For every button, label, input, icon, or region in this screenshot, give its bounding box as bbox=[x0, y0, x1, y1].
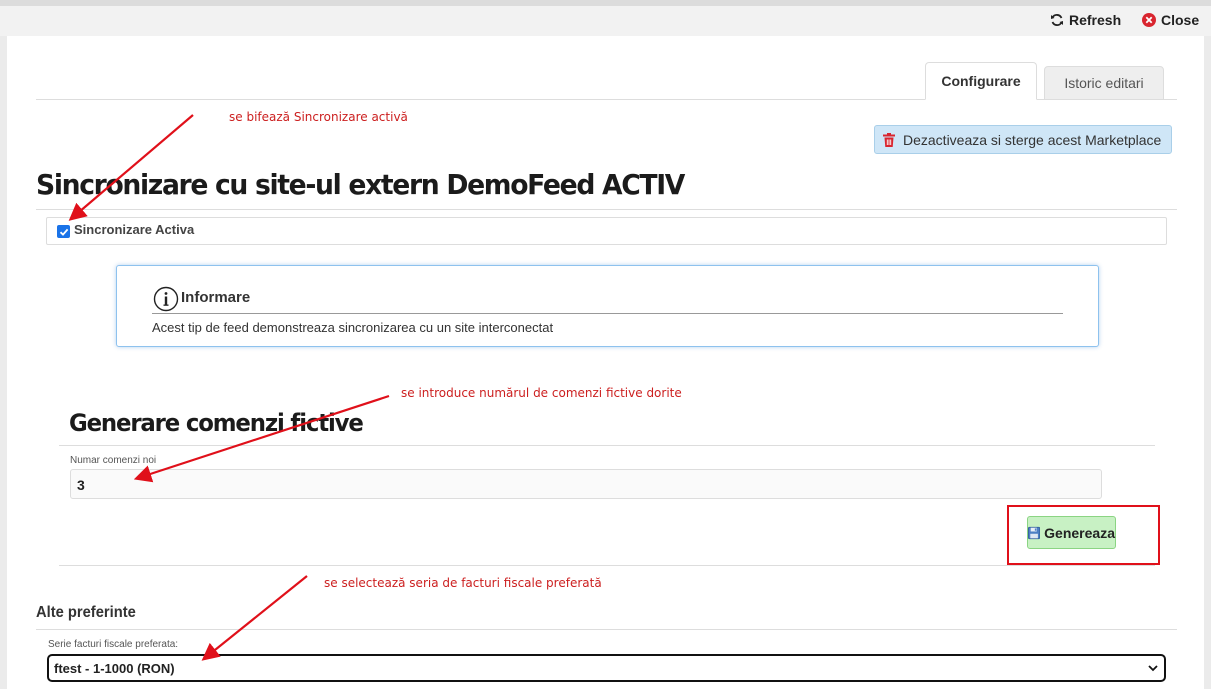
generate-title-divider bbox=[59, 445, 1155, 446]
generate-section-divider bbox=[59, 565, 1155, 566]
deactivate-marketplace-button[interactable]: Dezactiveaza si sterge acest Marketplace bbox=[874, 125, 1172, 154]
close-button[interactable]: Close bbox=[1142, 12, 1199, 28]
deactivate-marketplace-label: Dezactiveaza si sterge acest Marketplace bbox=[903, 131, 1162, 148]
annotation-note-3: se selectează seria de facturi fiscale p… bbox=[324, 576, 602, 590]
info-title: Informare bbox=[181, 289, 251, 306]
annotation-note-2: se introduce numărul de comenzi fictive … bbox=[401, 386, 682, 400]
order-count-input[interactable]: 3 bbox=[70, 469, 1102, 499]
tab-configurare-label: Configurare bbox=[941, 73, 1021, 89]
refresh-label: Refresh bbox=[1069, 12, 1122, 28]
generate-button-label: Genereaza bbox=[1044, 524, 1115, 541]
tab-configurare[interactable]: Configurare bbox=[925, 62, 1037, 100]
sync-section-title: Sincronizare cu site-ul extern DemoFeed … bbox=[36, 168, 685, 201]
refresh-icon bbox=[1051, 14, 1063, 26]
info-text: Acest tip de feed demonstreaza sincroniz… bbox=[152, 320, 554, 335]
trash-icon bbox=[883, 132, 895, 147]
tab-istoric-editari[interactable]: Istoric editari bbox=[1044, 66, 1164, 100]
generate-section-title: Generare comenzi fictive bbox=[69, 409, 364, 437]
floppy-disk-icon bbox=[1028, 526, 1041, 539]
info-divider bbox=[152, 313, 1063, 314]
invoice-series-label: Serie facturi fiscale preferata: bbox=[48, 639, 179, 650]
close-label: Close bbox=[1161, 12, 1200, 28]
checkmark-icon bbox=[59, 228, 68, 236]
sync-active-checkbox[interactable] bbox=[57, 225, 70, 238]
sync-checkbox-row bbox=[46, 217, 1167, 245]
sync-title-divider bbox=[36, 209, 1177, 210]
preferences-section-title: Alte preferinte bbox=[36, 604, 136, 621]
invoice-series-value: ftest - 1-1000 (RON) bbox=[54, 661, 175, 676]
preferences-title-divider bbox=[36, 629, 1177, 630]
order-count-label: Numar comenzi noi bbox=[70, 455, 157, 466]
close-circle-icon bbox=[1142, 13, 1156, 27]
info-circle-icon bbox=[153, 286, 179, 312]
sync-active-label: Sincronizare Activa bbox=[74, 222, 195, 237]
annotation-note-1: se bifează Sincronizare activă bbox=[229, 110, 408, 124]
generate-button[interactable]: Genereaza bbox=[1027, 516, 1116, 549]
chevron-down-icon bbox=[1148, 665, 1158, 672]
invoice-series-select[interactable]: ftest - 1-1000 (RON) bbox=[47, 654, 1166, 682]
refresh-button[interactable]: Refresh bbox=[1050, 12, 1121, 28]
tab-istoric-editari-label: Istoric editari bbox=[1064, 75, 1144, 91]
top-toolbar: Refresh Close bbox=[0, 6, 1211, 36]
